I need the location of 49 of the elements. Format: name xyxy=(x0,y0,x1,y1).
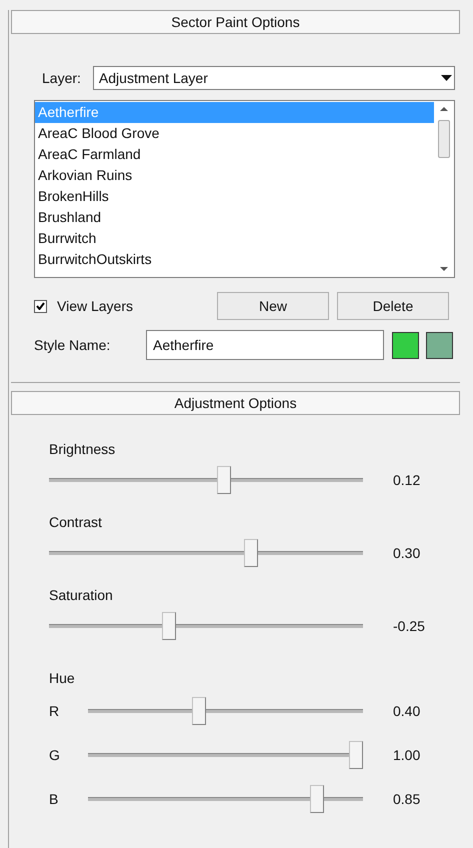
action-button[interactable]: Delete xyxy=(337,292,449,320)
layer-list-item[interactable]: Arkovian Ruins xyxy=(35,165,434,186)
slider[interactable] xyxy=(49,612,363,640)
slider[interactable] xyxy=(49,466,363,494)
layer-dropdown[interactable]: Adjustment Layer xyxy=(92,66,455,90)
slider-thumb[interactable] xyxy=(162,612,176,640)
slider-label: Brightness xyxy=(49,440,116,459)
layer-list-item[interactable]: BurrwitchOutskirts xyxy=(35,249,434,270)
scroll-thumb[interactable] xyxy=(438,120,450,158)
channel-label: G xyxy=(49,746,61,764)
layer-label: Layer: xyxy=(41,68,81,88)
slider-value: 1.00 xyxy=(393,746,420,764)
action-button[interactable]: New xyxy=(217,292,329,320)
layer-list-item[interactable]: BrokenHills xyxy=(35,186,434,207)
checkbox-label: View Layers xyxy=(57,296,134,316)
slider-thumb[interactable] xyxy=(349,741,363,769)
check-icon xyxy=(36,302,45,310)
scroll-up-icon[interactable] xyxy=(440,107,448,111)
slider-thumb[interactable] xyxy=(244,539,258,567)
slider-value: 0.85 xyxy=(393,790,420,808)
layer-list-item[interactable]: Brushland xyxy=(35,207,434,228)
slider[interactable] xyxy=(49,539,363,567)
slider[interactable] xyxy=(88,741,363,769)
slider-value: 0.12 xyxy=(393,470,420,490)
color-swatch[interactable] xyxy=(392,332,419,358)
layer-list-item[interactable]: AreaC Farmland xyxy=(35,144,434,165)
scroll-down-icon[interactable] xyxy=(440,267,448,271)
dropdown-arrow-icon xyxy=(441,75,452,81)
style-name-field[interactable]: Aetherfire xyxy=(146,330,384,360)
slider-thumb[interactable] xyxy=(310,785,324,813)
panel-title: Sector Paint Options xyxy=(171,12,300,32)
slider-label: Saturation xyxy=(49,586,114,605)
slider[interactable] xyxy=(88,785,363,813)
slider-value: -0.25 xyxy=(393,616,425,636)
color-swatch[interactable] xyxy=(426,332,453,358)
panel-title: Adjustment Options xyxy=(174,394,297,413)
slider-thumb[interactable] xyxy=(192,697,206,725)
layer-list-item[interactable]: Burrwitch xyxy=(35,228,434,249)
slider-thumb[interactable] xyxy=(217,466,231,494)
channel-label: R xyxy=(49,702,60,720)
style-name-label: Style Name: xyxy=(34,336,112,355)
layer-list-item[interactable]: AreaC Blood Grove xyxy=(35,123,434,144)
slider-value: 0.40 xyxy=(393,702,420,720)
slider-value: 0.30 xyxy=(393,544,420,562)
slider-label: Contrast xyxy=(49,513,103,532)
slider[interactable] xyxy=(88,697,363,725)
channel-label: B xyxy=(49,790,60,808)
hue-label: Hue xyxy=(49,669,76,688)
checkbox[interactable] xyxy=(34,300,47,312)
